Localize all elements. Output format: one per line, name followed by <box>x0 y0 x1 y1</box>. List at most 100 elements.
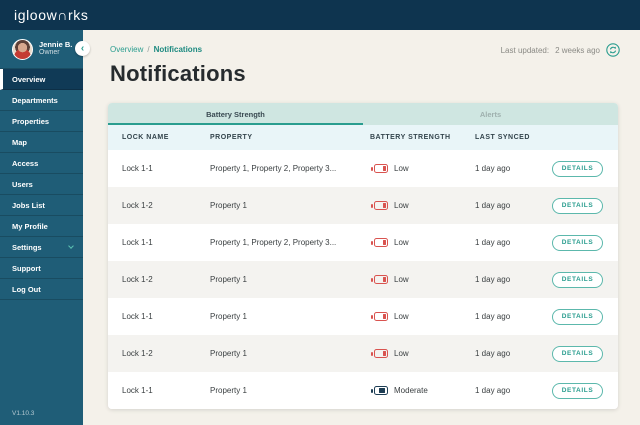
last-updated-label: Last updated: <box>500 45 550 55</box>
column-header-last-synced: LAST SYNCED <box>475 134 530 141</box>
chevron-down-icon <box>68 243 74 249</box>
details-button[interactable]: DETAILS <box>552 271 603 288</box>
tab-alerts[interactable]: Alerts <box>363 103 618 125</box>
sidebar-item-properties[interactable]: Properties <box>0 111 83 132</box>
details-button[interactable]: DETAILS <box>552 197 603 214</box>
sidebar-collapse-button[interactable]: ‹ <box>75 41 90 56</box>
battery-low-icon <box>371 312 388 321</box>
sidebar-item-departments[interactable]: Departments <box>0 90 83 111</box>
details-button[interactable]: DETAILS <box>552 160 603 177</box>
sidebar-item-label: Support <box>12 263 41 273</box>
sidebar-item-jobs-list[interactable]: Jobs List <box>0 195 83 216</box>
battery-label: Low <box>394 238 409 247</box>
battery-cell: Moderate <box>370 386 475 395</box>
sidebar-item-my-profile[interactable]: My Profile <box>0 216 83 237</box>
last-synced: 1 day ago <box>475 238 511 247</box>
table-row: Lock 1-1 Property 1 Moderate 1 day ago D… <box>108 372 618 409</box>
sidebar: Jennie B. Owner ‹ Overview Departments P… <box>0 30 90 425</box>
notifications-card: Battery Strength Alerts LOCK NAME PROPER… <box>108 103 618 409</box>
property: Property 1, Property 2, Property 3... <box>210 238 337 247</box>
breadcrumb-current: Notifications <box>153 45 203 54</box>
sidebar-item-label: Map <box>12 137 27 147</box>
sidebar-item-label: Departments <box>12 95 58 105</box>
lock-name: Lock 1-2 <box>122 201 153 210</box>
details-button[interactable]: DETAILS <box>552 345 603 362</box>
sidebar-item-label: Overview <box>12 74 46 84</box>
table-header: LOCK NAME PROPERTY BATTERY STRENGTH LAST… <box>108 125 618 150</box>
battery-cell: Low <box>370 275 475 284</box>
lock-name: Lock 1-2 <box>122 275 153 284</box>
app-version: V1.10.3 <box>12 410 35 417</box>
sidebar-item-settings[interactable]: Settings <box>0 237 83 258</box>
last-synced: 1 day ago <box>475 201 511 210</box>
tab-label: Alerts <box>479 109 502 119</box>
sidebar-item-label: Users <box>12 179 33 189</box>
battery-cell: Low <box>370 238 475 247</box>
breadcrumb: Overview / Notifications <box>110 45 202 54</box>
sidebar-item-label: Jobs List <box>12 200 45 210</box>
last-synced: 1 day ago <box>475 386 511 395</box>
avatar <box>12 38 33 60</box>
battery-label: Low <box>394 312 409 321</box>
lock-name: Lock 1-1 <box>122 164 153 173</box>
user-role: Owner <box>39 49 60 57</box>
sidebar-item-log-out[interactable]: Log Out <box>0 279 83 300</box>
refresh-icon[interactable] <box>606 43 620 57</box>
property: Property 1 <box>210 312 247 321</box>
app-screen: igloow∩rks Jennie B. Owner ‹ Overview De… <box>0 0 640 425</box>
battery-low-icon <box>371 238 388 247</box>
profile-section: Jennie B. Owner ‹ <box>0 30 90 69</box>
sidebar-item-users[interactable]: Users <box>0 174 83 195</box>
property: Property 1 <box>210 275 247 284</box>
battery-moderate-icon <box>371 386 388 395</box>
details-button[interactable]: DETAILS <box>552 382 603 399</box>
property: Property 1, Property 2, Property 3... <box>210 164 337 173</box>
sidebar-item-label: Log Out <box>12 284 41 294</box>
last-synced: 1 day ago <box>475 312 511 321</box>
column-header-lock-name: LOCK NAME <box>122 134 169 141</box>
property: Property 1 <box>210 201 247 210</box>
last-updated-value: 2 weeks ago <box>555 45 600 55</box>
sidebar-item-label: Properties <box>12 116 50 126</box>
table-row: Lock 1-1 Property 1 Low 1 day ago DETAIL… <box>108 298 618 335</box>
battery-cell: Low <box>370 201 475 210</box>
sidebar-item-support[interactable]: Support <box>0 258 83 279</box>
column-header-property: PROPERTY <box>210 134 253 141</box>
topbar: igloow∩rks <box>0 0 640 30</box>
column-header-battery-strength: BATTERY STRENGTH <box>370 134 451 141</box>
last-synced: 1 day ago <box>475 164 511 173</box>
sidebar-item-map[interactable]: Map <box>0 132 83 153</box>
battery-cell: Low <box>370 349 475 358</box>
sidebar-item-label: Settings <box>12 242 42 252</box>
lock-name: Lock 1-1 <box>122 386 153 395</box>
tab-battery-strength[interactable]: Battery Strength <box>108 103 363 125</box>
user-name: Jennie B. <box>39 39 73 49</box>
last-synced: 1 day ago <box>475 275 511 284</box>
breadcrumb-separator: / <box>147 45 150 54</box>
battery-label: Low <box>394 201 409 210</box>
sidebar-nav: Overview Departments Properties Map Acce… <box>0 69 83 300</box>
table-row: Lock 1-2 Property 1 Low 1 day ago DETAIL… <box>108 187 618 224</box>
lock-name: Lock 1-1 <box>122 312 153 321</box>
lock-name: Lock 1-2 <box>122 349 153 358</box>
details-button[interactable]: DETAILS <box>552 234 603 251</box>
details-button[interactable]: DETAILS <box>552 308 603 325</box>
battery-low-icon <box>371 275 388 284</box>
battery-label: Low <box>394 164 409 173</box>
battery-label: Moderate <box>394 386 428 395</box>
profile-info: Jennie B. Owner <box>39 40 72 58</box>
sidebar-item-overview[interactable]: Overview <box>0 69 83 90</box>
breadcrumb-overview-link[interactable]: Overview <box>110 45 143 54</box>
battery-cell: Low <box>370 312 475 321</box>
battery-low-icon <box>371 164 388 173</box>
brand-logo: igloow∩rks <box>14 7 89 23</box>
property: Property 1 <box>210 386 247 395</box>
sidebar-item-label: Access <box>12 158 39 168</box>
sidebar-item-label: My Profile <box>12 221 48 231</box>
last-synced: 1 day ago <box>475 349 511 358</box>
table-row: Lock 1-1 Property 1, Property 2, Propert… <box>108 150 618 187</box>
main-content: Overview / Notifications Last updated: 2… <box>83 30 640 425</box>
page-title: Notifications <box>110 61 246 86</box>
last-updated: Last updated: 2 weeks ago <box>501 43 620 57</box>
sidebar-item-access[interactable]: Access <box>0 153 83 174</box>
